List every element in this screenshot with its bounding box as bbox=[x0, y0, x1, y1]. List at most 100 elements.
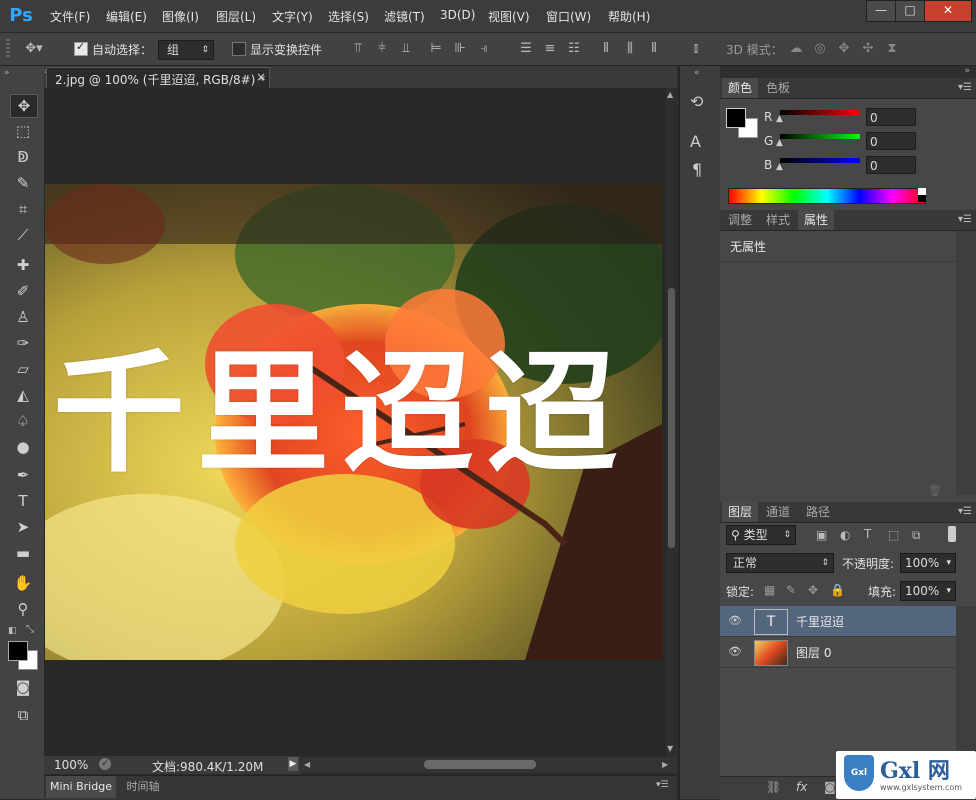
marquee-tool-icon[interactable]: ⬚ bbox=[10, 120, 36, 142]
close-window-button[interactable]: ✕ bbox=[924, 0, 972, 22]
lasso-tool-icon[interactable]: ↁ bbox=[10, 146, 36, 168]
tab-properties[interactable]: 属性 bbox=[798, 210, 834, 230]
paint-bucket-tool-icon[interactable]: ◭ bbox=[10, 384, 36, 406]
menu-file[interactable]: 文件(F) bbox=[50, 8, 90, 25]
3d-pan-icon[interactable]: ✥ bbox=[836, 41, 852, 57]
foreground-color-swatch[interactable] bbox=[8, 641, 28, 661]
healing-brush-tool-icon[interactable]: ✚ bbox=[10, 254, 36, 276]
channel-r-handle-icon[interactable]: ▲ bbox=[776, 114, 783, 124]
menu-filter[interactable]: 滤镜(T) bbox=[384, 8, 425, 25]
properties-panel-menu-icon[interactable]: ▾☰ bbox=[958, 214, 972, 225]
vertical-scroll-thumb[interactable] bbox=[668, 288, 675, 548]
type-tool-icon[interactable]: T bbox=[10, 490, 36, 512]
spectrum-white-swatch[interactable] bbox=[918, 188, 926, 195]
color-panel-fg-swatch[interactable] bbox=[726, 108, 746, 128]
channel-g-handle-icon[interactable]: ▲ bbox=[776, 138, 783, 148]
menu-layer[interactable]: 图层(L) bbox=[216, 8, 256, 25]
channel-b-handle-icon[interactable]: ▲ bbox=[776, 162, 783, 172]
align-top-icon[interactable]: ⫪ bbox=[350, 41, 366, 57]
options-grip[interactable] bbox=[6, 39, 10, 59]
pen-tool-icon[interactable]: ✒ bbox=[10, 464, 36, 486]
history-brush-tool-icon[interactable]: ✑ bbox=[10, 332, 36, 354]
lock-all-icon[interactable]: 🔒 bbox=[830, 583, 845, 597]
tab-styles[interactable]: 样式 bbox=[760, 210, 796, 230]
channel-b-slider[interactable] bbox=[780, 158, 860, 163]
tab-adjustments[interactable]: 调整 bbox=[722, 210, 758, 230]
channel-g-slider[interactable] bbox=[780, 134, 860, 139]
screen-mode-icon[interactable]: ⧉ bbox=[10, 704, 36, 726]
layer-name[interactable]: 图层 0 bbox=[796, 644, 831, 661]
layer-visibility-eye-icon[interactable]: 👁 bbox=[728, 614, 742, 628]
align-right-icon[interactable]: ⫣ bbox=[476, 41, 492, 57]
tab-channels[interactable]: 通道 bbox=[760, 502, 796, 522]
quick-select-tool-icon[interactable]: ✎ bbox=[10, 172, 36, 194]
channel-r-slider[interactable] bbox=[780, 110, 860, 115]
scroll-left-icon[interactable]: ◀ bbox=[304, 760, 310, 769]
path-select-tool-icon[interactable]: ➤ bbox=[10, 516, 36, 538]
align-hcenter-icon[interactable]: ⊪ bbox=[452, 41, 468, 57]
tab-timeline[interactable]: 时间轴 bbox=[120, 776, 166, 798]
tools-collapse-icon[interactable]: » bbox=[4, 68, 10, 78]
tab-mini-bridge[interactable]: Mini Bridge bbox=[46, 776, 116, 798]
align-bottom-icon[interactable]: ⫫ bbox=[398, 41, 414, 57]
crop-tool-icon[interactable]: ⌗ bbox=[10, 198, 36, 220]
bottom-panel-menu-icon[interactable]: ▾☰ bbox=[656, 780, 669, 790]
show-transform-checkbox[interactable] bbox=[232, 42, 246, 56]
status-info-icon[interactable]: ✓ bbox=[99, 758, 111, 770]
overlay-text-layer[interactable]: 千里迢迢 bbox=[53, 334, 662, 494]
move-tool-icon[interactable]: ✥ bbox=[10, 94, 38, 118]
lock-pixels-icon[interactable]: ✎ bbox=[786, 583, 796, 597]
fill-input[interactable]: 100% ▾ bbox=[900, 581, 956, 601]
menu-edit[interactable]: 编辑(E) bbox=[106, 8, 147, 25]
menu-image[interactable]: 图像(I) bbox=[162, 8, 199, 25]
brush-tool-icon[interactable]: ✐ bbox=[10, 280, 36, 302]
minimize-button[interactable]: — bbox=[866, 0, 896, 22]
3d-rotate-icon[interactable]: ☁ bbox=[788, 41, 804, 57]
scroll-down-icon[interactable]: ▼ bbox=[667, 744, 673, 753]
opacity-arrow-icon[interactable]: ▾ bbox=[946, 554, 951, 572]
hand-tool-icon[interactable]: ✋ bbox=[10, 572, 36, 594]
channel-r-input[interactable]: 0 bbox=[866, 108, 916, 126]
filter-adjustment-icon[interactable]: ◐ bbox=[840, 528, 850, 542]
distribute-left-icon[interactable]: ⦀ bbox=[598, 41, 614, 57]
panels-collapse-icon[interactable]: » bbox=[964, 66, 970, 76]
layer-row-image[interactable]: 👁 图层 0 bbox=[720, 637, 956, 668]
vertical-scrollbar[interactable]: ▲ ▼ bbox=[666, 88, 677, 756]
tab-color[interactable]: 颜色 bbox=[722, 78, 758, 98]
document-tab[interactable]: 2.jpg @ 100% (千里迢迢, RGB/8#) * × bbox=[46, 67, 270, 89]
distribute-vcenter-icon[interactable]: ≡ bbox=[542, 41, 558, 57]
menu-view[interactable]: 视图(V) bbox=[488, 8, 530, 25]
clone-stamp-tool-icon[interactable]: ♙ bbox=[10, 306, 36, 328]
menu-select[interactable]: 选择(S) bbox=[328, 8, 369, 25]
distribute-hcenter-icon[interactable]: ⫼ bbox=[622, 41, 638, 57]
move-tool-preset-icon[interactable]: ✥▾ bbox=[22, 41, 46, 57]
dodge-tool-icon[interactable]: ● bbox=[10, 436, 36, 458]
distribute-top-icon[interactable]: ☰ bbox=[518, 41, 534, 57]
3d-slide-icon[interactable]: ✣ bbox=[860, 41, 876, 57]
layer-name[interactable]: 千里迢迢 bbox=[796, 613, 844, 630]
tab-swatches[interactable]: 色板 bbox=[760, 78, 796, 98]
auto-select-checkbox[interactable]: ✓ bbox=[74, 40, 88, 56]
character-panel-icon[interactable]: A bbox=[690, 132, 701, 151]
scroll-up-icon[interactable]: ▲ bbox=[667, 90, 673, 99]
auto-align-icon[interactable]: ⫾ bbox=[688, 41, 704, 57]
zoom-level[interactable]: 100% bbox=[54, 758, 88, 772]
eraser-tool-icon[interactable]: ▱ bbox=[10, 358, 36, 380]
align-left-icon[interactable]: ⊨ bbox=[428, 41, 444, 57]
blend-mode-dropdown[interactable]: 正常 ⇕ bbox=[726, 553, 834, 573]
paragraph-panel-icon[interactable]: ¶ bbox=[692, 160, 702, 179]
eyedropper-tool-icon[interactable]: ⟋ bbox=[10, 224, 36, 246]
tab-layers[interactable]: 图层 bbox=[722, 502, 758, 522]
fill-arrow-icon[interactable]: ▾ bbox=[946, 582, 951, 600]
blur-tool-icon[interactable]: ♤ bbox=[10, 410, 36, 432]
quick-mask-icon[interactable]: ◙ bbox=[10, 676, 36, 698]
channel-g-input[interactable]: 0 bbox=[866, 132, 916, 150]
align-vcenter-icon[interactable]: ⫩ bbox=[374, 41, 390, 57]
status-menu-arrow-icon[interactable]: ▶ bbox=[288, 757, 298, 771]
properties-delete-icon[interactable]: 🗑 bbox=[928, 484, 942, 497]
zoom-tool-icon[interactable]: ⚲ bbox=[10, 598, 36, 620]
distribute-bottom-icon[interactable]: ☷ bbox=[566, 41, 582, 57]
filter-toggle-switch[interactable] bbox=[948, 526, 956, 542]
rectangle-tool-icon[interactable]: ▬ bbox=[10, 542, 36, 564]
filter-type-icon[interactable]: T bbox=[864, 527, 871, 541]
